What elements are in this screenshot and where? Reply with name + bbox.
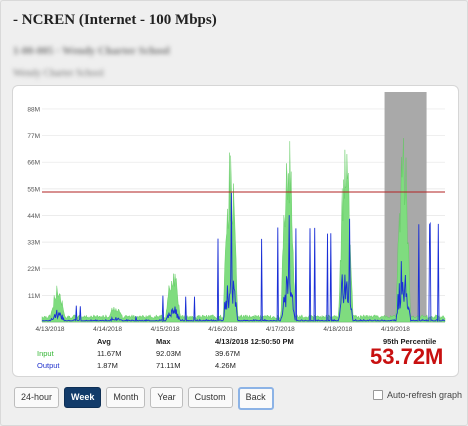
year-button[interactable]: Year [150, 387, 183, 408]
input-max: 92.03M [156, 349, 182, 358]
input-current: 39.67M [215, 349, 241, 358]
y-tick-label: 44M [27, 213, 40, 220]
y-tick-label: 77M [27, 133, 40, 140]
y-tick-label: 22M [27, 266, 40, 273]
avg-header: Avg [97, 337, 111, 346]
y-tick-label: 11M [28, 293, 40, 300]
auto-refresh[interactable]: Auto-refresh graph [373, 390, 462, 400]
x-tick-label: 4/17/2018 [266, 326, 295, 333]
y-tick-label: 88M [27, 106, 40, 113]
month-button[interactable]: Month [106, 387, 146, 408]
input-label: Input [37, 349, 54, 358]
auto-refresh-label: Auto-refresh graph [387, 390, 463, 400]
output-current: 4.26M [215, 361, 236, 370]
y-tick-label: 33M [27, 240, 40, 247]
site-id-text: 1-00-005 · Wendy Charter School [13, 45, 170, 57]
x-tick-label: 4/13/2018 [36, 326, 65, 333]
x-tick-label: 4/16/2018 [208, 326, 237, 333]
max-header: Max [156, 337, 171, 346]
x-tick-label: 4/19/2018 [381, 326, 410, 333]
x-tick-label: 4/18/2018 [323, 326, 352, 333]
percentile-value: 53.72M [370, 344, 444, 369]
y-tick-label: 55M [27, 186, 40, 193]
panel: - NCREN (Internet - 100 Mbps) 1-00-005 ·… [0, 0, 468, 426]
output-label: Output [37, 361, 60, 370]
x-tick-label: 4/14/2018 [93, 326, 122, 333]
back-button[interactable]: Back [237, 387, 274, 410]
page-title: - NCREN (Internet - 100 Mbps) [13, 12, 217, 28]
graph-card: 11M 22M 33M 44M 55M 66M 77M 88M 4/13/2018 4/14/2… [12, 85, 459, 377]
auto-refresh-checkbox[interactable] [373, 390, 383, 400]
y-tick-label: 66M [27, 160, 40, 167]
site-name-text: Wendy Charter School [13, 68, 104, 79]
traffic-chart[interactable]: 11M 22M 33M 44M 55M 66M 77M 88M 4/13/2018 4/14/2… [13, 86, 458, 346]
time-header: 4/13/2018 12:50:50 PM [215, 337, 294, 346]
24-hour-button[interactable]: 24-hour [14, 387, 60, 408]
input-avg: 11.67M [97, 349, 122, 358]
output-avg: 1.87M [97, 361, 118, 370]
output-max: 71.11M [156, 361, 181, 370]
custom-button[interactable]: Custom [187, 387, 233, 408]
range-buttons: 24-hour Week Month Year Custom Back [14, 387, 274, 410]
week-button[interactable]: Week [64, 387, 102, 408]
x-tick-label: 4/15/2018 [151, 326, 180, 333]
